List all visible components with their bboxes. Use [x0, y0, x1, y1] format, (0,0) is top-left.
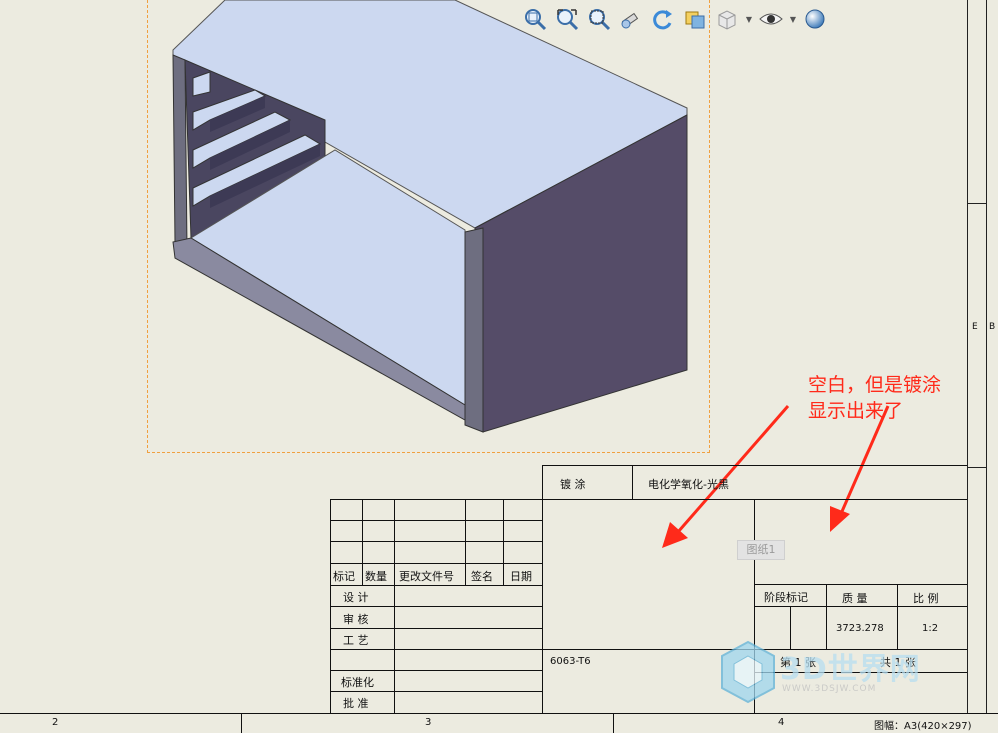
rev-header-doc: 更改文件号	[399, 570, 454, 583]
site-watermark: 3D世界网 WWW.3DSJW.COM	[718, 638, 988, 714]
rev-header-qty: 数量	[365, 570, 387, 583]
rotate-icon[interactable]	[648, 4, 678, 34]
rev-header-date: 日期	[510, 570, 532, 583]
cabinet-left-post	[172, 54, 188, 249]
stage-label: 阶段标记	[764, 591, 808, 604]
zoom-to-area-icon[interactable]	[552, 4, 582, 34]
frame-right-border	[967, 0, 968, 713]
watermark-text: 3D世界网	[780, 652, 921, 687]
annotation-note: 空白，但是镀涂 显示出来了	[808, 372, 941, 424]
zoom-to-fit-icon[interactable]	[520, 4, 550, 34]
scale-label: 比 例	[913, 592, 939, 605]
material-value[interactable]: 6063-T6	[550, 656, 591, 667]
role-review: 审 核	[343, 613, 369, 626]
zoom-in-out-icon[interactable]	[584, 4, 614, 34]
watermark-url: WWW.3DSJW.COM	[782, 684, 877, 694]
role-process: 工 艺	[343, 634, 369, 647]
chevron-down-icon[interactable]: ▼	[744, 4, 754, 34]
coating-value[interactable]: 电化学氧化-光黑	[648, 476, 729, 492]
rev-header-mark: 标记	[333, 570, 355, 583]
ruler-letter-b: B	[989, 322, 996, 332]
hide-show-items-icon[interactable]	[756, 4, 786, 34]
bottom-zone-ruler: 2 3 4 图幅：A3(420×297)	[0, 713, 998, 733]
mass-label: 质 量	[842, 592, 868, 605]
role-approve: 批 准	[343, 697, 369, 710]
mass-value[interactable]: 3723.278	[836, 623, 884, 634]
appearance-icon[interactable]	[800, 4, 830, 34]
view-orientation-icon[interactable]	[680, 4, 710, 34]
scale-value[interactable]: 1:2	[922, 623, 938, 634]
frame-outer-right-border	[986, 0, 987, 713]
sheet-tab[interactable]: 图纸1	[737, 540, 785, 560]
annotation-line-1: 空白，但是镀涂	[808, 374, 942, 396]
ruler-letter-e: E	[972, 322, 978, 332]
sheet-size-label: 图幅：A3(420×297)	[874, 721, 972, 732]
frame-tick	[968, 467, 986, 468]
chevron-down-icon[interactable]: ▼	[788, 4, 798, 34]
annotation-line-2: 显示出来了	[808, 400, 904, 422]
pan-icon[interactable]	[616, 4, 646, 34]
frame-tick	[968, 203, 986, 204]
rev-header-sign: 签名	[471, 570, 493, 583]
heads-up-view-toolbar: ▼ ▼	[520, 4, 830, 36]
coating-label: 镀 涂	[560, 478, 586, 491]
zone-number-4: 4	[778, 717, 785, 728]
zone-number-2: 2	[52, 717, 59, 728]
isometric-cabinet-view[interactable]	[165, 0, 695, 440]
cube-logo-icon	[721, 640, 775, 704]
cabinet-right-post	[464, 227, 484, 433]
role-standard: 标准化	[341, 676, 374, 689]
display-style-icon[interactable]	[712, 4, 742, 34]
zone-number-3: 3	[425, 717, 432, 728]
role-design: 设 计	[343, 591, 369, 604]
